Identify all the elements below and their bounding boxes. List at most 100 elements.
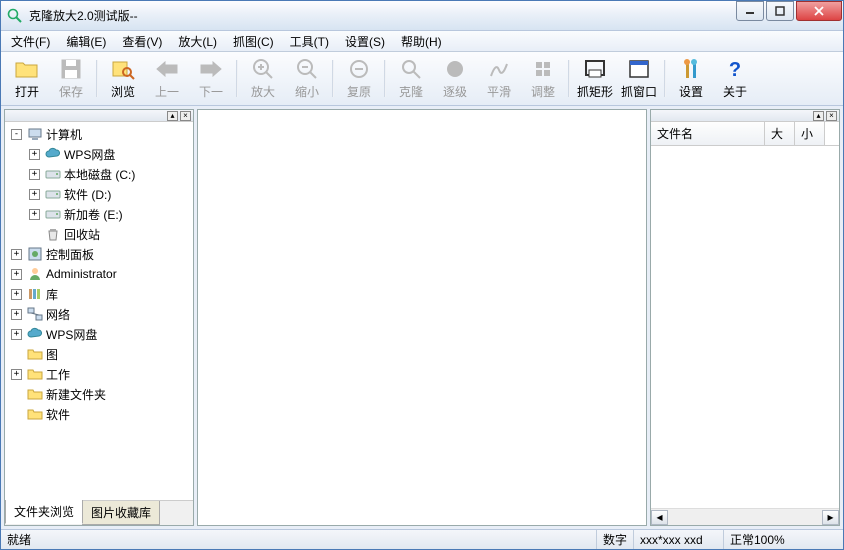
column-header-0[interactable]: 文件名 xyxy=(651,122,765,145)
tree-node[interactable]: + WPS网盘 xyxy=(7,324,191,344)
toolbar-label: 调整 xyxy=(531,83,555,100)
scroll-track[interactable] xyxy=(668,510,822,525)
tree-expander[interactable]: + xyxy=(29,169,40,180)
menu-4[interactable]: 抓图(C) xyxy=(225,31,282,52)
toolbar-adjust-button: 调整 xyxy=(521,54,565,103)
content-area: ▴ × -计算机+WPS网盘+本地磁盘 (C:)+软件 (D:)+新加卷 (E:… xyxy=(1,106,843,529)
panel-dock-button[interactable]: ▴ xyxy=(813,111,824,121)
drive-icon xyxy=(45,166,61,182)
step-icon xyxy=(445,57,465,81)
menubar: 文件(F)编辑(E)查看(V)放大(L)抓图(C)工具(T)设置(S)帮助(H) xyxy=(1,31,843,52)
tree-expander[interactable]: + xyxy=(29,209,40,220)
left-panel: ▴ × -计算机+WPS网盘+本地磁盘 (C:)+软件 (D:)+新加卷 (E:… xyxy=(4,109,194,526)
file-list-body[interactable] xyxy=(651,146,839,508)
menu-5[interactable]: 工具(T) xyxy=(282,31,337,52)
tree-expander[interactable]: + xyxy=(11,309,22,320)
panel-close-button[interactable]: × xyxy=(826,111,837,121)
svg-text:?: ? xyxy=(729,59,741,80)
tab-1[interactable]: 图片收藏库 xyxy=(82,501,160,525)
toolbar: 打开保存浏览上一下一放大缩小复原克隆逐级平滑调整抓矩形抓窗口设置?关于 xyxy=(1,52,843,106)
tree-label: WPS网盘 xyxy=(46,326,97,343)
scroll-right-button[interactable]: ▸ xyxy=(822,510,839,525)
toolbar-separator xyxy=(96,60,98,97)
tree-expander[interactable]: + xyxy=(29,189,40,200)
tree-node[interactable]: +Administrator xyxy=(7,264,191,284)
about-icon: ? xyxy=(724,57,746,81)
toolbar-about-button[interactable]: ? 关于 xyxy=(713,54,757,103)
tree-node[interactable]: +新加卷 (E:) xyxy=(7,204,191,224)
tree-expander[interactable]: - xyxy=(11,129,22,140)
status-zoom: 正常100% xyxy=(723,530,843,549)
toolbar-capwin-button[interactable]: 抓窗口 xyxy=(617,54,661,103)
maximize-button[interactable] xyxy=(766,1,794,21)
tree-node[interactable]: +库 xyxy=(7,284,191,304)
network-icon xyxy=(27,306,43,322)
drive-icon xyxy=(45,186,61,202)
tree-label: 工作 xyxy=(46,366,70,383)
menu-2[interactable]: 查看(V) xyxy=(114,31,170,52)
tree-node[interactable]: + 工作 xyxy=(7,364,191,384)
adjust-icon xyxy=(533,57,553,81)
save-icon xyxy=(60,57,82,81)
toolbar-label: 设置 xyxy=(679,83,703,100)
column-header-1[interactable]: 大 xyxy=(765,122,795,145)
cpl-icon xyxy=(27,246,43,262)
menu-7[interactable]: 帮助(H) xyxy=(393,31,450,52)
user-icon xyxy=(27,266,43,282)
tree-node[interactable]: 新建文件夹 xyxy=(7,384,191,404)
toolbar-label: 抓矩形 xyxy=(577,83,613,100)
menu-0[interactable]: 文件(F) xyxy=(3,31,58,52)
toolbar-caprect-button[interactable]: 抓矩形 xyxy=(573,54,617,103)
window-controls xyxy=(734,1,842,21)
toolbar-next-button: 下一 xyxy=(189,54,233,103)
menu-3[interactable]: 放大(L) xyxy=(170,31,225,52)
tree-node[interactable]: +网络 xyxy=(7,304,191,324)
hand-left-icon xyxy=(155,57,179,81)
tree-expander[interactable]: + xyxy=(11,289,22,300)
window-title: 克隆放大2.0测试版-- xyxy=(29,7,734,24)
toolbar-smooth-button: 平滑 xyxy=(477,54,521,103)
toolbar-open-button[interactable]: 打开 xyxy=(5,54,49,103)
tree-node[interactable]: +控制面板 xyxy=(7,244,191,264)
center-viewport[interactable] xyxy=(197,109,647,526)
status-dimensions: xxx*xxx xxd xyxy=(633,530,723,549)
minimize-button[interactable] xyxy=(736,1,764,21)
tree-node[interactable]: -计算机 xyxy=(7,124,191,144)
tree-label: 软件 xyxy=(46,406,70,423)
menu-6[interactable]: 设置(S) xyxy=(337,31,393,52)
horizontal-scrollbar[interactable]: ◂ ▸ xyxy=(651,508,839,525)
panel-close-button[interactable]: × xyxy=(180,111,191,121)
tree-expander[interactable]: + xyxy=(11,249,22,260)
tree-label: 软件 (D:) xyxy=(64,186,111,203)
tree-node[interactable]: 软件 xyxy=(7,404,191,424)
tree-expander[interactable]: + xyxy=(11,329,22,340)
close-button[interactable] xyxy=(796,1,842,21)
tab-0[interactable]: 文件夹浏览 xyxy=(5,500,83,524)
tree-expander[interactable]: + xyxy=(11,269,22,280)
drive-icon xyxy=(45,206,61,222)
toolbar-label: 关于 xyxy=(723,83,747,100)
toolbar-label: 保存 xyxy=(59,83,83,100)
tree-label: WPS网盘 xyxy=(64,146,115,163)
tree-node[interactable]: + WPS网盘 xyxy=(7,144,191,164)
app-icon xyxy=(7,8,23,24)
tree-node[interactable]: 回收站 xyxy=(7,224,191,244)
column-header-2[interactable]: 小 xyxy=(795,122,825,145)
toolbar-browse-button[interactable]: 浏览 xyxy=(101,54,145,103)
folder-tree[interactable]: -计算机+WPS网盘+本地磁盘 (C:)+软件 (D:)+新加卷 (E:)回收站… xyxy=(5,122,193,500)
toolbar-prev-button: 上一 xyxy=(145,54,189,103)
scroll-left-button[interactable]: ◂ xyxy=(651,510,668,525)
panel-dock-button[interactable]: ▴ xyxy=(167,111,178,121)
tree-node[interactable]: + 软件 (D:) xyxy=(7,184,191,204)
toolbar-zoomout-button: 缩小 xyxy=(285,54,329,103)
tree-expander[interactable]: + xyxy=(29,149,40,160)
tree-node[interactable]: 图 xyxy=(7,344,191,364)
cloud-icon xyxy=(27,326,43,342)
menu-1[interactable]: 编辑(E) xyxy=(58,31,114,52)
app-window: 克隆放大2.0测试版-- 文件(F)编辑(E)查看(V)放大(L)抓图(C)工具… xyxy=(0,0,844,550)
tree-expander[interactable]: + xyxy=(11,369,22,380)
tree-node[interactable]: +本地磁盘 (C:) xyxy=(7,164,191,184)
folder-icon xyxy=(27,406,43,422)
hand-right-icon xyxy=(199,57,223,81)
toolbar-settings-button[interactable]: 设置 xyxy=(669,54,713,103)
